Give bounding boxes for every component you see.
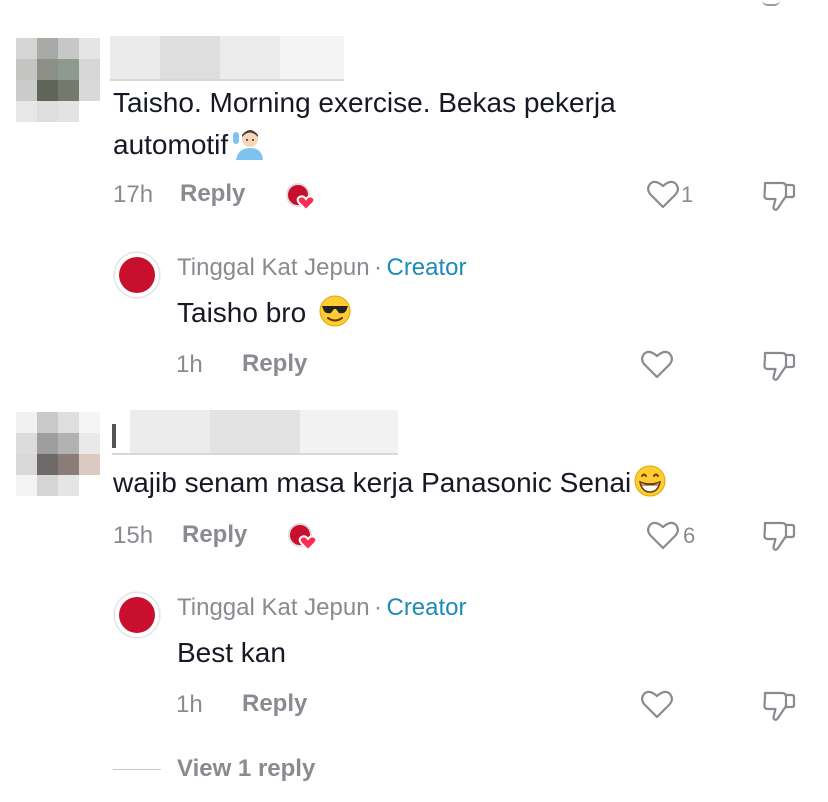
creator-name[interactable]: Tinggal Kat Jepun <box>177 594 370 621</box>
comment-text: Taisho. Morning exercise. Bekas pekerja … <box>113 82 753 166</box>
creator-avatar[interactable] <box>114 252 160 298</box>
comment-text: wajib senam masa kerja Panasonic Senai <box>113 462 667 504</box>
like-count: 6 <box>683 523 696 548</box>
comment-text-line1: Taisho. Morning exercise. Bekas pekerja <box>113 87 616 118</box>
creator-avatar[interactable] <box>114 592 160 638</box>
creator-header: Tinggal Kat Jepun · Creator <box>177 254 467 282</box>
man-raising-hand-icon <box>230 126 264 160</box>
top-edge-icon <box>762 0 780 6</box>
comment-time: 17h <box>113 181 154 208</box>
reply-text: Taisho bro <box>177 292 352 334</box>
reply-time: 1h <box>176 351 203 378</box>
dislike-icon[interactable] <box>762 348 796 384</box>
view-replies-button[interactable]: View 1 reply <box>177 755 315 783</box>
reply-button[interactable]: Reply <box>180 180 245 208</box>
username-underline <box>110 79 344 81</box>
dislike-icon[interactable] <box>762 688 796 724</box>
comment-text-line2: automotif <box>113 129 229 160</box>
japan-flag-icon <box>119 597 155 633</box>
heart-like-icon[interactable] <box>640 348 674 380</box>
creator-badge: Creator <box>386 254 467 281</box>
dislike-icon[interactable] <box>762 178 796 214</box>
creator-liked-badge-icon <box>286 520 326 554</box>
grinning-face-icon <box>633 464 667 498</box>
dislike-icon[interactable] <box>762 518 796 554</box>
view-replies-divider <box>113 769 161 770</box>
username-redacted[interactable] <box>110 36 344 80</box>
reply-button[interactable]: Reply <box>242 350 307 378</box>
reply-button[interactable]: Reply <box>182 521 247 549</box>
japan-flag-icon <box>119 257 155 293</box>
heart-like-icon[interactable] <box>640 688 674 720</box>
avatar[interactable] <box>16 38 100 122</box>
creator-name[interactable]: Tinggal Kat Jepun <box>177 254 370 281</box>
heart-like-icon[interactable] <box>646 519 680 551</box>
username-redacted[interactable] <box>112 410 398 454</box>
like-count: 1 <box>681 182 694 207</box>
avatar[interactable] <box>16 412 100 496</box>
heart-like-icon[interactable] <box>646 178 680 210</box>
reply-text-content: Taisho bro <box>177 297 307 328</box>
creator-header: Tinggal Kat Jepun · Creator <box>177 594 467 622</box>
separator-dot: · <box>374 594 383 621</box>
username-underline <box>112 453 398 455</box>
comment-text-line1: wajib senam masa kerja Panasonic Senai <box>113 467 632 498</box>
comment-time: 15h <box>113 522 154 549</box>
reply-time: 1h <box>176 691 203 718</box>
sunglasses-face-icon <box>318 294 352 328</box>
separator-dot: · <box>374 254 383 281</box>
reply-button[interactable]: Reply <box>242 690 307 718</box>
reply-text: Best kan <box>177 637 286 668</box>
creator-badge: Creator <box>386 594 467 621</box>
creator-liked-badge-icon <box>284 180 324 214</box>
